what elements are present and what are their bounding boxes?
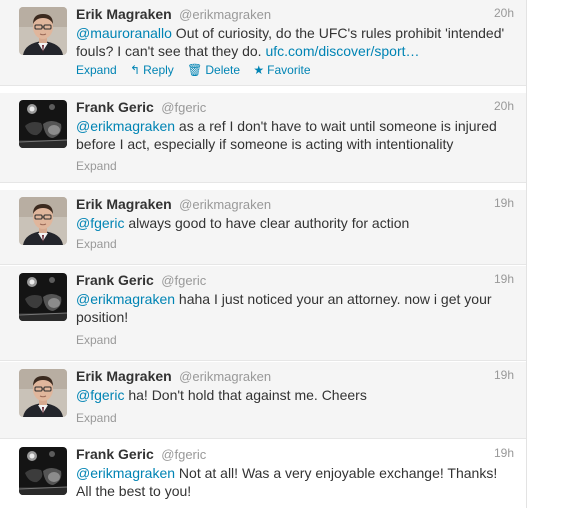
tweet-text: @erikmagraken Not at all! Was a very enj… bbox=[76, 464, 514, 500]
tweet-header: Erik Magraken @erikmagraken 19h bbox=[76, 196, 514, 214]
expand-link[interactable]: Expand bbox=[76, 237, 117, 251]
tweet-actions: Expand bbox=[76, 159, 117, 173]
tweet-actions: Expand bbox=[76, 237, 117, 251]
mention-link[interactable]: @fgeric bbox=[76, 215, 124, 231]
tweet-body: always good to have clear authority for … bbox=[124, 215, 410, 231]
reply-button[interactable]: ↰ Reply bbox=[130, 63, 177, 77]
favorite-button[interactable]: ★ Favorite bbox=[253, 63, 310, 77]
tweet-actions: Expand bbox=[76, 411, 117, 425]
tweet-text: @erikmagraken as a ref I don't have to w… bbox=[76, 117, 514, 153]
tweet-header: Erik Magraken @erikmagraken 19h bbox=[76, 368, 514, 386]
avatar[interactable] bbox=[19, 369, 67, 417]
username[interactable]: @fgeric bbox=[161, 447, 206, 462]
timestamp[interactable]: 20h bbox=[494, 6, 514, 20]
reply-icon: ↰ bbox=[130, 63, 141, 77]
fullname[interactable]: Erik Magraken bbox=[76, 196, 172, 212]
tweet-text: @mauroranallo Out of curiosity, do the U… bbox=[76, 24, 514, 60]
username[interactable]: @erikmagraken bbox=[179, 197, 271, 212]
reply-label: Reply bbox=[143, 63, 174, 77]
mention-link[interactable]: @fgeric bbox=[76, 387, 124, 403]
expand-link[interactable]: Expand bbox=[76, 63, 117, 77]
username[interactable]: @erikmagraken bbox=[179, 7, 271, 22]
trash-icon: 🗑︎ bbox=[187, 63, 203, 77]
tweet-text: @erikmagraken haha I just noticed your a… bbox=[76, 290, 514, 326]
star-icon: ★ bbox=[253, 63, 265, 77]
tweet-text: @fgeric always good to have clear author… bbox=[76, 214, 514, 232]
username[interactable]: @fgeric bbox=[161, 100, 206, 115]
fullname[interactable]: Erik Magraken bbox=[76, 6, 172, 22]
timestamp[interactable]: 19h bbox=[494, 272, 514, 286]
tweet-header: Frank Geric @fgeric 20h bbox=[76, 99, 514, 117]
fullname[interactable]: Frank Geric bbox=[76, 272, 154, 288]
delete-label: Delete bbox=[205, 63, 241, 77]
expand-link[interactable]: Expand bbox=[76, 411, 117, 425]
tweet[interactable]: Frank Geric @fgeric 19h @erikmagraken ha… bbox=[0, 266, 526, 361]
timestamp[interactable]: 19h bbox=[494, 196, 514, 210]
tweet[interactable]: Frank Geric @fgeric 20h @erikmagraken as… bbox=[0, 93, 526, 183]
avatar[interactable] bbox=[19, 447, 67, 495]
avatar[interactable] bbox=[19, 197, 67, 245]
favorite-label: Favorite bbox=[267, 63, 311, 77]
tweet[interactable]: Erik Magraken @erikmagraken 20h @maurora… bbox=[0, 0, 526, 86]
tweet-body: ha! Don't hold that against me. Cheers bbox=[124, 387, 367, 403]
tweet[interactable]: Frank Geric @fgeric 19h @erikmagraken No… bbox=[0, 440, 526, 508]
expand-link[interactable]: Expand bbox=[76, 159, 117, 173]
username[interactable]: @erikmagraken bbox=[179, 369, 271, 384]
timestamp[interactable]: 19h bbox=[494, 446, 514, 460]
avatar[interactable] bbox=[19, 7, 67, 55]
tweet-text: @fgeric ha! Don't hold that against me. … bbox=[76, 386, 514, 404]
tweet-actions: Expand bbox=[76, 333, 117, 347]
mention-link[interactable]: @erikmagraken bbox=[76, 465, 175, 481]
mention-link[interactable]: @mauroranallo bbox=[76, 25, 172, 41]
delete-button[interactable]: 🗑︎ Delete bbox=[187, 63, 243, 77]
timeline: Erik Magraken @erikmagraken 20h @maurora… bbox=[0, 0, 527, 508]
url-link[interactable]: ufc.com/discover/sport… bbox=[265, 43, 419, 59]
tweet-header: Frank Geric @fgeric 19h bbox=[76, 446, 514, 464]
timestamp[interactable]: 20h bbox=[494, 99, 514, 113]
avatar[interactable] bbox=[19, 100, 67, 148]
expand-link[interactable]: Expand bbox=[76, 333, 117, 347]
username[interactable]: @fgeric bbox=[161, 273, 206, 288]
tweet-header: Frank Geric @fgeric 19h bbox=[76, 272, 514, 290]
tweet-header: Erik Magraken @erikmagraken 20h bbox=[76, 6, 514, 24]
tweet[interactable]: Erik Magraken @erikmagraken 19h @fgeric … bbox=[0, 362, 526, 439]
fullname[interactable]: Frank Geric bbox=[76, 99, 154, 115]
tweet[interactable]: Erik Magraken @erikmagraken 19h @fgeric … bbox=[0, 190, 526, 265]
mention-link[interactable]: @erikmagraken bbox=[76, 291, 175, 307]
tweet-actions: Expand ↰ Reply 🗑︎ Delete ★ Favorite bbox=[76, 63, 321, 77]
mention-link[interactable]: @erikmagraken bbox=[76, 118, 175, 134]
fullname[interactable]: Erik Magraken bbox=[76, 368, 172, 384]
fullname[interactable]: Frank Geric bbox=[76, 446, 154, 462]
timestamp[interactable]: 19h bbox=[494, 368, 514, 382]
avatar[interactable] bbox=[19, 273, 67, 321]
